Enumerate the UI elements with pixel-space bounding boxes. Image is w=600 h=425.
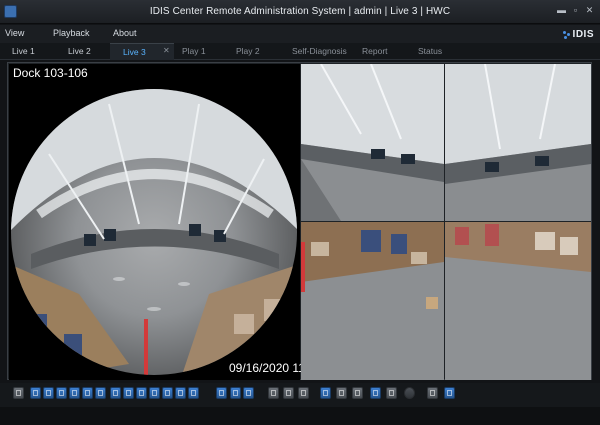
brand-name: IDIS <box>572 29 594 40</box>
ptz-icon[interactable] <box>370 387 381 399</box>
tab-self-diagnosis[interactable]: Self-Diagnosis <box>292 43 347 60</box>
camera-name: Dock 103-106 <box>13 66 88 80</box>
dewarped-view-1[interactable] <box>301 64 444 221</box>
layout-1p5-icon[interactable] <box>110 387 121 399</box>
print-icon[interactable] <box>386 387 397 399</box>
dewarped-view-2[interactable] <box>445 64 591 221</box>
close-icon[interactable]: ✕ <box>585 5 594 15</box>
layout-3x3-icon[interactable] <box>56 387 67 399</box>
tab-bar: Live 1 Live 2 Live 3 Play 1 Play 2 Self-… <box>0 43 600 60</box>
menu-view[interactable]: View <box>5 28 24 38</box>
window-controls: ▬ ▫ ✕ <box>557 5 594 15</box>
dewarped-view-3[interactable] <box>301 222 444 380</box>
tab-play-1[interactable]: Play 1 <box>182 43 206 60</box>
browser-icon[interactable] <box>444 387 455 399</box>
window-title: IDIS Center Remote Administration System… <box>149 6 451 17</box>
layout-1p12-icon[interactable] <box>149 387 160 399</box>
logo-mark-icon <box>562 30 571 39</box>
layout-custom-icon[interactable] <box>162 387 173 399</box>
fisheye-camera-view[interactable] <box>9 64 300 380</box>
osd-icon[interactable] <box>336 387 347 399</box>
layout-4x4-icon[interactable] <box>69 387 80 399</box>
fisheye-image <box>11 89 297 375</box>
fullscreen-icon[interactable] <box>188 387 199 399</box>
brand-logo: IDIS <box>562 29 594 40</box>
tab-report[interactable]: Report <box>362 43 388 60</box>
status-strip <box>0 407 600 425</box>
prev-icon[interactable] <box>230 387 241 399</box>
screen-full-icon[interactable] <box>298 387 309 399</box>
ptz-icon[interactable] <box>352 387 363 399</box>
layout-1p7-icon[interactable] <box>123 387 134 399</box>
dewarped-view-4[interactable] <box>445 222 591 380</box>
menu-about[interactable]: About <box>113 28 137 38</box>
next-icon[interactable] <box>243 387 254 399</box>
layout-1x1-icon[interactable] <box>30 387 41 399</box>
settings-icon[interactable] <box>427 387 438 399</box>
minimize-icon[interactable]: ▬ <box>557 5 566 15</box>
menu-playback[interactable]: Playback <box>53 28 90 38</box>
screen-split-icon[interactable] <box>283 387 294 399</box>
layout-5x5-icon[interactable] <box>82 387 93 399</box>
stop-icon[interactable] <box>404 387 415 399</box>
menu-bar: View Playback About <box>0 25 600 43</box>
tab-live-1[interactable]: Live 1 <box>12 43 35 60</box>
tab-close-icon[interactable]: ✕ <box>163 46 170 55</box>
tab-play-2[interactable]: Play 2 <box>236 43 260 60</box>
camera-list-icon[interactable] <box>13 387 24 399</box>
sequence-icon[interactable] <box>175 387 186 399</box>
tab-status[interactable]: Status <box>418 43 442 60</box>
layout-6x6-icon[interactable] <box>95 387 106 399</box>
screen-grid-icon[interactable] <box>268 387 279 399</box>
layout-1p9-icon[interactable] <box>136 387 147 399</box>
fullscreen-icon[interactable] <box>216 387 227 399</box>
layout-2x2-icon[interactable] <box>43 387 54 399</box>
alarm-icon[interactable] <box>320 387 331 399</box>
title-bar: IDIS Center Remote Administration System… <box>0 0 600 24</box>
tab-live-2[interactable]: Live 2 <box>68 43 91 60</box>
maximize-icon[interactable]: ▫ <box>571 5 580 15</box>
